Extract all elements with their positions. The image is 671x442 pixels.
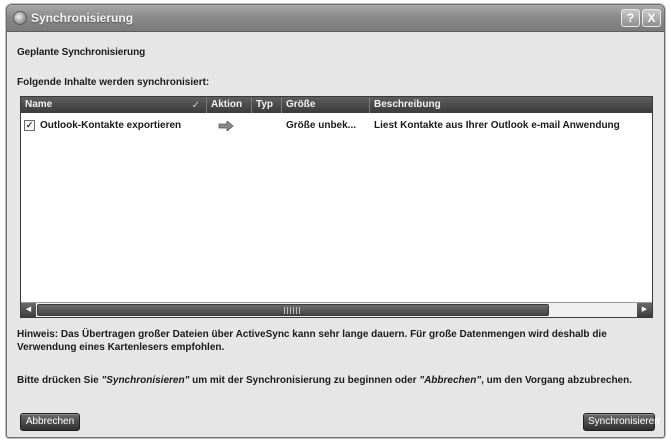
scroll-right-button[interactable]: ▶ (637, 303, 652, 317)
column-header-name[interactable]: Name ✓ (21, 97, 207, 113)
section-heading: Geplante Synchronisierung (17, 47, 146, 58)
sort-check-icon: ✓ (191, 100, 200, 111)
close-button[interactable]: X (642, 9, 661, 27)
list-item[interactable]: ✓ Outlook-Kontakte exportieren Größe unb… (21, 118, 652, 134)
item-description: Liest Kontakte aus Ihrer Outlook e-mail … (374, 120, 620, 131)
column-header-size[interactable]: Größe (282, 97, 370, 113)
app-globe-icon (13, 11, 27, 25)
column-header-type[interactable]: Typ (252, 97, 282, 113)
title-bar[interactable]: Synchronisierung ? X (7, 5, 664, 32)
sync-dialog: Synchronisierung ? X Geplante Synchronis… (6, 4, 665, 438)
grip-icon (284, 307, 300, 314)
synchronize-button[interactable]: Synchronisieren (583, 413, 660, 431)
item-size: Größe unbek... (286, 120, 357, 131)
cancel-keyword: "Abbrechen" (419, 375, 482, 386)
sync-keyword: "Synchronisieren" (101, 375, 190, 386)
list-header: Name ✓ Aktion Typ Größe Beschreibung (21, 97, 652, 113)
column-header-description[interactable]: Beschreibung (370, 97, 654, 113)
column-header-action[interactable]: Aktion (207, 97, 252, 113)
help-button[interactable]: ? (621, 9, 640, 27)
item-name: Outlook-Kontakte exportieren (40, 120, 182, 131)
arrow-right-icon (218, 121, 234, 131)
item-type (252, 118, 282, 134)
cancel-button[interactable]: Abbrechen (20, 413, 80, 431)
item-checkbox[interactable]: ✓ (24, 120, 35, 131)
scroll-thumb[interactable] (37, 304, 549, 316)
list-label: Folgende Inhalte werden synchronisiert: (17, 77, 210, 88)
horizontal-scrollbar[interactable]: ◀ ▶ (21, 302, 652, 317)
hint-text: Hinweis: Das Übertragen großer Dateien ü… (17, 329, 607, 353)
window-title: Synchronisierung (31, 11, 134, 25)
sync-items-list[interactable]: Name ✓ Aktion Typ Größe Beschreibung ✓ O… (20, 96, 653, 318)
scroll-left-button[interactable]: ◀ (21, 303, 36, 317)
instruction-text: Bitte drücken Sie "Synchronisieren" um m… (17, 375, 633, 386)
